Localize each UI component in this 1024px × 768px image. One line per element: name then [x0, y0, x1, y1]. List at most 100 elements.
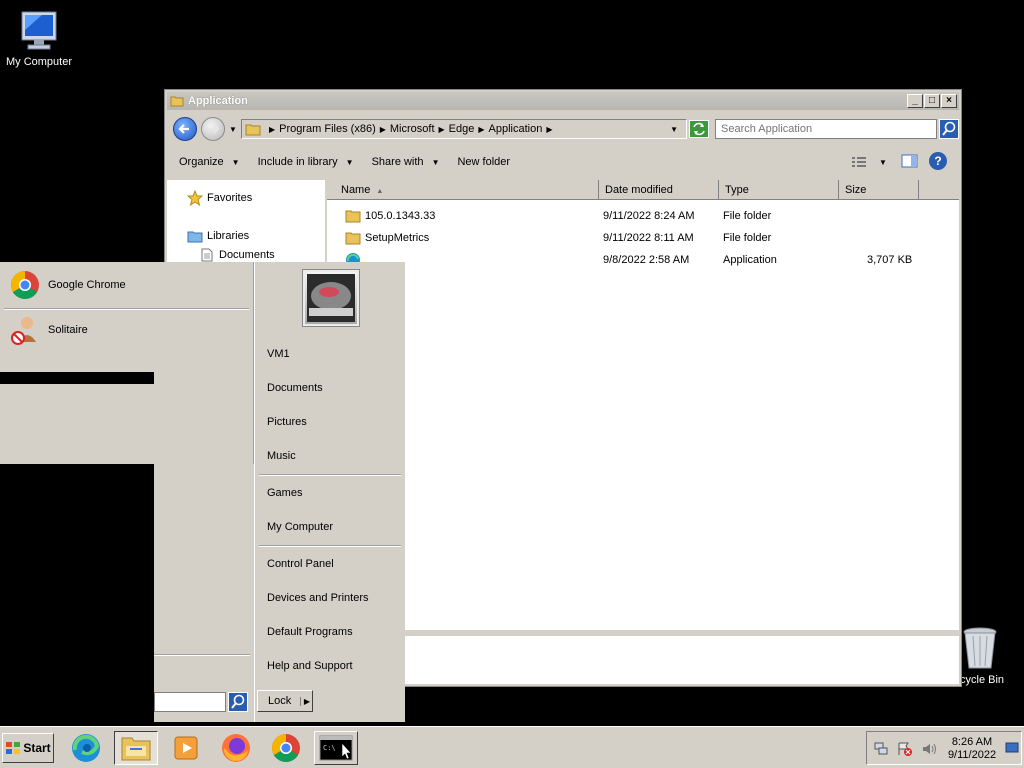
cmd-icon: C:\: [319, 735, 353, 761]
taskbar-command-prompt[interactable]: C:\: [314, 731, 358, 765]
start-item-label: Solitaire: [48, 324, 88, 336]
address-bar[interactable]: ▶ Program Files (x86) ▶ Microsoft ▶ Edge…: [241, 119, 687, 139]
new-folder-button[interactable]: New folder: [457, 156, 510, 168]
start-search-input[interactable]: [154, 692, 226, 712]
chrome-icon: [11, 271, 39, 299]
back-button[interactable]: [173, 117, 197, 141]
start-label: Start: [23, 741, 51, 755]
view-options-button[interactable]: ▼: [851, 154, 887, 170]
start-place-my-computer[interactable]: My Computer: [267, 521, 333, 533]
start-item-label: Google Chrome: [48, 279, 126, 291]
network-icon[interactable]: [873, 742, 889, 759]
star-icon: [187, 190, 203, 206]
redacted-bar: [0, 372, 154, 384]
chevron-down-icon: ▼: [431, 157, 440, 167]
show-desktop-button[interactable]: [1005, 742, 1019, 757]
share-with-label: Share with: [371, 156, 424, 168]
flag-warning-icon: [898, 742, 912, 756]
clock[interactable]: 8:26 AM 9/11/2022: [939, 736, 1005, 762]
system-tray: 8:26 AM 9/11/2022: [866, 731, 1022, 765]
share-with-menu[interactable]: Share with ▼: [372, 156, 440, 168]
start-place-user[interactable]: VM1: [267, 348, 290, 360]
divider: [154, 654, 250, 656]
taskbar-edge[interactable]: [64, 731, 108, 765]
start-item-solitaire[interactable]: Solitaire: [10, 314, 246, 346]
chevron-right-icon[interactable]: ▶: [269, 125, 275, 134]
start-place-help-support[interactable]: Help and Support: [267, 660, 353, 672]
lock-button[interactable]: Lock ▶: [257, 690, 313, 712]
preview-pane-button[interactable]: [901, 153, 919, 169]
start-place-control-panel[interactable]: Control Panel: [267, 558, 334, 570]
help-button[interactable]: ?: [929, 152, 947, 170]
new-folder-label: New folder: [457, 156, 511, 168]
breadcrumb-microsoft[interactable]: Microsoft: [390, 123, 435, 135]
table-row[interactable]: 9/8/2022 2:58 AM Application 3,707 KB: [327, 250, 959, 270]
start-place-devices-printers[interactable]: Devices and Printers: [267, 592, 369, 604]
breadcrumb-program-files[interactable]: Program Files (x86): [279, 123, 376, 135]
column-header-filler: [919, 180, 959, 200]
start-place-default-programs[interactable]: Default Programs: [267, 626, 353, 638]
table-row[interactable]: SetupMetrics 9/11/2022 8:11 AM File fold…: [327, 228, 959, 248]
maximize-button[interactable]: □: [924, 94, 940, 108]
start-menu[interactable]: Google Chrome Solitaire VM1 Documents Pi…: [0, 262, 405, 722]
column-header-name[interactable]: Name ▲: [327, 180, 599, 200]
refresh-button[interactable]: [689, 120, 709, 138]
forward-button[interactable]: [201, 117, 225, 141]
breadcrumb-edge[interactable]: Edge: [449, 123, 475, 135]
folder-icon: [245, 124, 261, 136]
svg-text:C:\: C:\: [323, 744, 336, 752]
file-list[interactable]: Name ▲ Date modified Type Size 105.0.1343…: [327, 180, 959, 630]
breadcrumb-application[interactable]: Application: [489, 123, 543, 135]
chevron-right-icon[interactable]: ▶: [439, 125, 445, 134]
column-headers: Name ▲ Date modified Type Size: [327, 180, 959, 200]
taskbar-chrome[interactable]: [264, 731, 308, 765]
divider: [259, 474, 401, 476]
start-item-google-chrome[interactable]: Google Chrome: [10, 270, 246, 300]
volume-icon[interactable]: [921, 742, 937, 759]
nav-favorites[interactable]: Favorites: [187, 190, 252, 206]
nav-libraries[interactable]: Libraries: [187, 228, 249, 244]
start-place-music[interactable]: Music: [267, 450, 296, 462]
network-icon-svg: [874, 742, 888, 755]
start-search-button[interactable]: [228, 692, 248, 712]
chevron-right-icon[interactable]: ▶: [546, 125, 552, 134]
close-button[interactable]: ×: [941, 94, 957, 108]
view-list-icon: [852, 157, 866, 167]
column-header-size[interactable]: Size: [839, 180, 919, 200]
search-input[interactable]: [715, 119, 937, 139]
preview-pane-icon: [901, 154, 918, 168]
folder-icon: [345, 210, 361, 223]
nav-favorites-label: Favorites: [207, 192, 253, 204]
start-place-pictures[interactable]: Pictures: [267, 416, 307, 428]
address-dropdown-icon[interactable]: ▼: [670, 125, 678, 134]
table-row[interactable]: 105.0.1343.33 9/11/2022 8:24 AM File fol…: [327, 206, 959, 226]
taskbar-media-player[interactable]: [164, 731, 208, 765]
history-dropdown-icon[interactable]: ▼: [229, 125, 237, 134]
edge-icon: [72, 734, 100, 762]
taskbar-explorer[interactable]: [114, 731, 158, 765]
chevron-right-icon[interactable]: ▶: [478, 125, 484, 134]
file-name: SetupMetrics: [365, 232, 430, 244]
organize-menu[interactable]: Organize ▼: [179, 156, 240, 168]
start-place-documents[interactable]: Documents: [267, 382, 323, 394]
file-date: 9/11/2022 8:11 AM: [603, 232, 694, 244]
user-avatar[interactable]: [303, 270, 359, 326]
my-computer-icon: [21, 11, 57, 50]
column-date-label: Date modified: [605, 184, 673, 196]
folder-icon: [345, 232, 361, 245]
search-button[interactable]: [939, 119, 959, 139]
desktop-icon-my-computer[interactable]: My Computer: [4, 10, 74, 68]
nav-libraries-label: Libraries: [207, 230, 250, 242]
start-place-games[interactable]: Games: [267, 487, 302, 499]
column-header-type[interactable]: Type: [719, 180, 839, 200]
desktop-icon-recycle-bin[interactable]: cycle Bin: [956, 626, 1024, 686]
column-header-date-modified[interactable]: Date modified: [599, 180, 719, 200]
minimize-button[interactable]: _: [907, 94, 923, 108]
nav-documents[interactable]: Documents: [201, 248, 275, 262]
taskbar-firefox[interactable]: [214, 731, 258, 765]
start-button[interactable]: Start: [2, 733, 54, 763]
title-bar[interactable]: Application _ □ ×: [167, 92, 959, 110]
chevron-right-icon[interactable]: ▶: [380, 125, 386, 134]
action-center-icon[interactable]: [897, 742, 913, 759]
include-in-library-menu[interactable]: Include in library ▼: [258, 156, 354, 168]
